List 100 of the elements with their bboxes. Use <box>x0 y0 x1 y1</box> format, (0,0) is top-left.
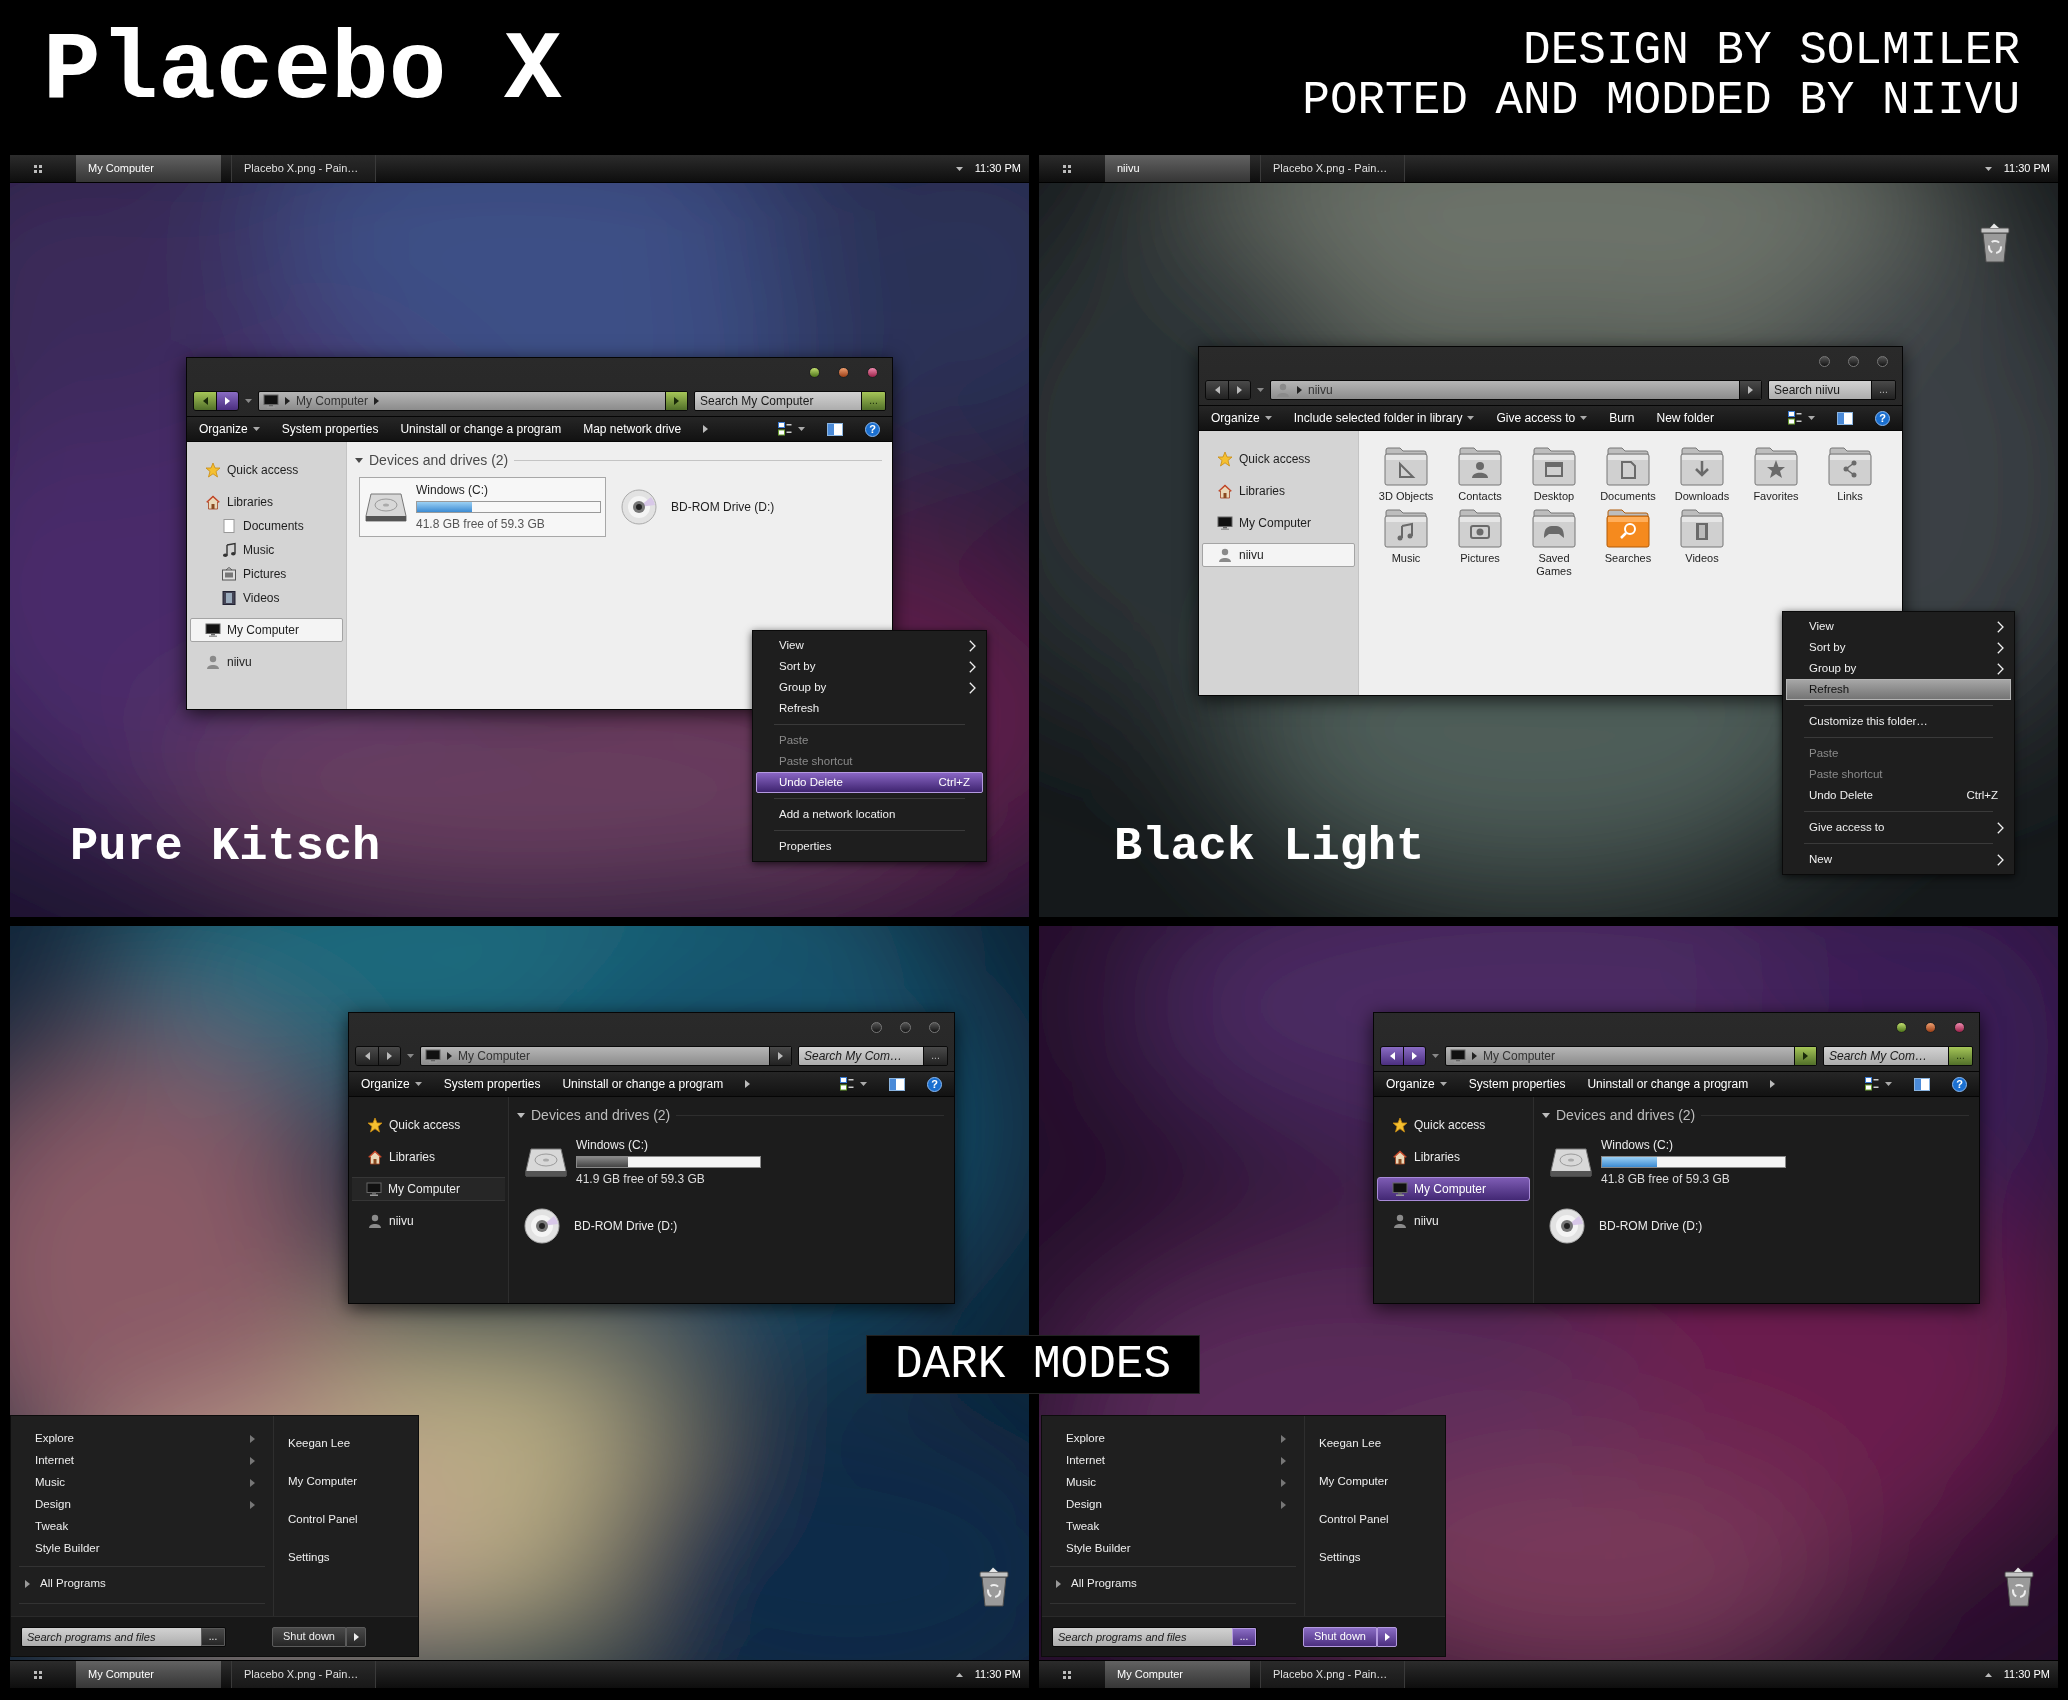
nav-item[interactable]: Libraries <box>1202 479 1355 503</box>
view-options-icon[interactable] <box>1865 1077 1879 1091</box>
go-button[interactable] <box>665 392 687 410</box>
start-menu-item[interactable]: Style Builder <box>19 1538 265 1560</box>
folder-item[interactable]: Links <box>1813 445 1887 503</box>
folder-item[interactable]: Downloads <box>1665 445 1739 503</box>
collapse-triangle-icon[interactable] <box>355 458 363 463</box>
taskbar-button[interactable]: niivu <box>1105 155 1250 182</box>
drive-name[interactable]: Windows (C:) <box>1601 1136 1786 1154</box>
nav-item[interactable]: My Computer <box>352 1177 505 1201</box>
toolbar-button[interactable]: System properties <box>281 420 379 438</box>
help-button[interactable]: ? <box>927 1076 942 1092</box>
nav-item[interactable]: Pictures <box>190 562 343 586</box>
start-menu-item[interactable]: Explore <box>19 1428 265 1450</box>
close-button[interactable] <box>867 366 878 378</box>
start-menu-link[interactable]: Control Panel <box>288 1508 418 1532</box>
minimize-button[interactable] <box>809 366 820 378</box>
toolbar-button[interactable]: Organize <box>1211 409 1272 427</box>
start-menu-item[interactable]: Design <box>19 1494 265 1516</box>
menu-item[interactable]: Refresh <box>1786 679 2011 700</box>
folder-item[interactable]: Saved Games <box>1517 507 1591 578</box>
start-menu-item[interactable]: Tweak <box>1050 1516 1296 1538</box>
section-heading[interactable]: Devices and drives (2) <box>531 1105 671 1126</box>
minimize-button[interactable] <box>1896 1021 1907 1033</box>
address-bar[interactable]: My Computer <box>1445 1046 1817 1066</box>
menu-item[interactable]: Give access to <box>1786 817 2011 838</box>
nav-item[interactable]: Libraries <box>1377 1145 1530 1169</box>
shutdown-options-button[interactable] <box>1377 1626 1397 1647</box>
folder-item[interactable]: Desktop <box>1517 445 1591 503</box>
view-options-icon[interactable] <box>840 1077 854 1091</box>
go-button[interactable] <box>1739 381 1761 399</box>
nav-item[interactable]: niivu <box>190 650 343 674</box>
nav-item[interactable]: My Computer <box>1202 511 1355 535</box>
nav-item[interactable]: Libraries <box>352 1145 505 1169</box>
start-menu-item[interactable]: Music <box>19 1472 265 1494</box>
nav-item[interactable]: Quick access <box>190 458 343 482</box>
close-button[interactable] <box>929 1021 940 1033</box>
toolbar-button[interactable]: Give access to <box>1496 409 1588 427</box>
toolbar-button[interactable]: Organize <box>361 1075 422 1093</box>
start-menu-link[interactable]: Settings <box>1319 1546 1445 1570</box>
toolbar-button[interactable]: Uninstall or change a program <box>400 420 562 438</box>
caret-icon[interactable] <box>1984 166 1992 171</box>
menu-item[interactable]: View <box>1786 616 2011 637</box>
nav-item[interactable]: Quick access <box>352 1113 505 1137</box>
start-menu-item[interactable]: Design <box>1050 1494 1296 1516</box>
nav-item[interactable]: My Computer <box>190 618 343 642</box>
preview-pane-icon[interactable] <box>1837 411 1853 425</box>
menu-item[interactable]: Undo Delete Ctrl+Z <box>756 772 983 793</box>
taskbar-button[interactable]: My Computer <box>76 1661 221 1688</box>
back-button[interactable] <box>1206 381 1228 399</box>
toolbar-button[interactable]: System properties <box>443 1075 541 1093</box>
all-programs-button[interactable]: All Programs <box>19 1571 265 1597</box>
breadcrumb-item[interactable]: My Computer <box>296 392 369 410</box>
folder-item[interactable]: Favorites <box>1739 445 1813 503</box>
menu-item[interactable]: Undo Delete Ctrl+Z <box>1786 785 2011 806</box>
caret-icon[interactable] <box>1984 1672 1992 1677</box>
help-button[interactable]: ? <box>1952 1076 1967 1092</box>
address-bar[interactable]: niivu <box>1270 380 1762 400</box>
nav-item[interactable]: Music <box>190 538 343 562</box>
menu-item[interactable]: Customize this folder… <box>1786 711 2011 732</box>
breadcrumb-item[interactable]: My Computer <box>1483 1047 1556 1065</box>
toolbar-button[interactable]: Burn <box>1609 409 1635 427</box>
nav-item[interactable]: niivu <box>352 1209 505 1233</box>
address-bar[interactable]: My Computer <box>258 391 688 411</box>
menu-item[interactable]: Sort by <box>756 656 983 677</box>
menu-item[interactable]: Refresh <box>756 698 983 719</box>
preview-pane-icon[interactable] <box>827 422 843 436</box>
folder-item[interactable]: Documents <box>1591 445 1665 503</box>
folder-item[interactable]: Videos <box>1665 507 1739 578</box>
maximize-button[interactable] <box>838 366 849 378</box>
forward-button[interactable] <box>216 392 238 410</box>
collapse-triangle-icon[interactable] <box>517 1113 525 1118</box>
section-heading[interactable]: Devices and drives (2) <box>1556 1105 1696 1126</box>
drive-name[interactable]: BD-ROM Drive (D:) <box>1599 1217 1703 1235</box>
toolbar-button[interactable]: Organize <box>1386 1075 1447 1093</box>
start-menu-link[interactable]: Settings <box>288 1546 418 1570</box>
breadcrumb-item[interactable]: niivu <box>1308 381 1333 399</box>
nav-item[interactable]: niivu <box>1377 1209 1530 1233</box>
taskbar-button[interactable]: Placebo X.png - Pain… <box>1260 1661 1405 1688</box>
forward-button[interactable] <box>1403 1047 1425 1065</box>
trash-can-icon[interactable] <box>1978 222 2012 264</box>
nav-item[interactable]: My Computer <box>1377 1177 1530 1201</box>
toolbar-button[interactable]: Include selected folder in library <box>1293 409 1475 427</box>
taskbar-button[interactable]: My Computer <box>1105 1661 1250 1688</box>
forward-button[interactable] <box>1228 381 1250 399</box>
start-menu-item[interactable]: Style Builder <box>1050 1538 1296 1560</box>
start-menu-item[interactable]: Internet <box>19 1450 265 1472</box>
toolbar-button[interactable]: System properties <box>1468 1075 1566 1093</box>
drive-name[interactable]: Windows (C:) <box>416 481 601 499</box>
section-heading[interactable]: Devices and drives (2) <box>369 450 509 471</box>
menu-item[interactable]: Group by <box>1786 658 2011 679</box>
toolbar-button[interactable]: New folder <box>1656 409 1714 427</box>
go-button[interactable] <box>1794 1047 1816 1065</box>
taskbar-button[interactable]: Placebo X.png - Pain… <box>231 155 376 182</box>
drive-name[interactable]: BD-ROM Drive (D:) <box>574 1217 678 1235</box>
view-options-icon[interactable] <box>1788 411 1802 425</box>
menu-item[interactable]: Add a network location <box>756 804 983 825</box>
nav-item[interactable]: Quick access <box>1377 1113 1530 1137</box>
maximize-button[interactable] <box>1848 355 1859 367</box>
view-options-icon[interactable] <box>778 422 792 436</box>
